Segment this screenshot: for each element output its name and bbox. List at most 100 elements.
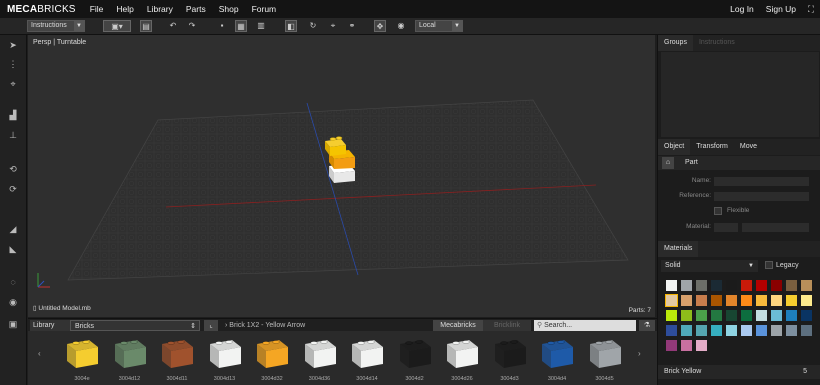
source-mecabricks[interactable]: Mecabricks — [433, 320, 483, 331]
material-field-b[interactable] — [742, 223, 809, 232]
tab-materials[interactable]: Materials — [658, 241, 699, 257]
color-swatch[interactable] — [786, 280, 797, 291]
stamp-icon[interactable]: ▟ — [6, 108, 20, 122]
color-swatch[interactable] — [666, 340, 677, 351]
name-field[interactable] — [714, 177, 809, 186]
part-thumbnail[interactable]: 3004d26 — [442, 334, 482, 382]
part-thumbnail[interactable]: 3004d36 — [300, 334, 340, 382]
logo[interactable]: MECABRICKS — [7, 4, 76, 15]
snap-icon[interactable]: ⌖ — [327, 20, 339, 32]
color-swatch[interactable] — [665, 294, 678, 307]
pivot-icon[interactable]: ◉ — [395, 20, 407, 32]
multi-select-icon[interactable]: ⋮ — [6, 57, 20, 71]
color-swatch[interactable] — [696, 325, 707, 336]
part-icon[interactable]: ⌞ — [204, 320, 218, 331]
color-swatch[interactable] — [771, 280, 782, 291]
hide-icon[interactable]: ◌ — [6, 275, 20, 289]
tab-instructions[interactable]: Instructions — [693, 35, 741, 51]
part-thumbnail[interactable]: 3004d32 — [252, 334, 292, 382]
color-swatch[interactable] — [666, 280, 677, 291]
legacy-toggle[interactable]: Legacy — [765, 261, 799, 269]
color-swatch[interactable] — [741, 310, 752, 321]
search-input[interactable]: ⚲ Search... — [534, 320, 636, 331]
chevron-right-icon[interactable]: › — [638, 349, 641, 358]
color-swatch[interactable] — [681, 340, 692, 351]
color-swatch[interactable] — [741, 325, 752, 336]
color-swatch[interactable] — [726, 295, 737, 306]
connect-icon[interactable]: ⚭ — [346, 20, 358, 32]
menu-forum[interactable]: Forum — [252, 4, 277, 14]
color-swatch[interactable] — [696, 310, 707, 321]
color-swatch[interactable] — [771, 310, 782, 321]
part-thumbnail[interactable]: 3004d14 — [347, 334, 387, 382]
frame-icon[interactable]: ▤ — [140, 20, 152, 32]
undo-icon[interactable]: ↶ — [167, 20, 179, 32]
color-swatch[interactable] — [756, 310, 767, 321]
color-swatch[interactable] — [711, 310, 722, 321]
color-swatch[interactable] — [666, 310, 677, 321]
paint-icon[interactable]: ◢ — [6, 222, 20, 236]
menu-parts[interactable]: Parts — [186, 4, 206, 14]
color-swatch[interactable] — [681, 280, 692, 291]
material-type-dropdown[interactable]: Solid ▼ — [661, 260, 758, 272]
space-dropdown[interactable]: Local ▼ — [415, 20, 463, 32]
color-swatch[interactable] — [741, 280, 752, 291]
redo-icon[interactable]: ↷ — [186, 20, 198, 32]
hinge-icon[interactable]: ⟲ — [6, 162, 20, 176]
brick-mode-icon[interactable]: ◧ — [285, 20, 297, 32]
material-field-a[interactable] — [714, 223, 738, 232]
tab-object[interactable]: Object — [658, 139, 691, 155]
move-icon[interactable]: ✥ — [374, 20, 386, 32]
filter-icon[interactable]: ⚗ — [639, 320, 655, 331]
home-icon[interactable]: ⌂ — [662, 157, 674, 169]
color-swatch[interactable] — [756, 325, 767, 336]
screenshot-icon[interactable]: ▣ — [6, 317, 20, 331]
mode-dropdown[interactable]: Instructions ▼ — [27, 20, 85, 32]
category-dropdown[interactable]: Bricks ⇕ — [70, 320, 200, 331]
color-swatch[interactable] — [726, 280, 737, 291]
flex-icon[interactable]: ⟳ — [6, 182, 20, 196]
eye-icon[interactable]: ◉ — [6, 295, 20, 309]
part-thumbnail[interactable]: 3004d5 — [585, 334, 625, 382]
color-swatch[interactable] — [726, 325, 737, 336]
fullscreen-icon[interactable]: ⛶ — [808, 4, 814, 15]
rotate-icon[interactable]: ↻ — [307, 20, 319, 32]
select-icon[interactable]: ➤ — [6, 38, 20, 52]
view-split-icon[interactable]: ▥ — [255, 20, 267, 32]
color-swatch[interactable] — [681, 295, 692, 306]
3d-viewport[interactable]: Persp | Turntable ▯ Untitled Model.mb Pa… — [28, 35, 655, 317]
color-swatch[interactable] — [786, 325, 797, 336]
color-swatch[interactable] — [711, 325, 722, 336]
color-swatch[interactable] — [801, 310, 812, 321]
color-swatch[interactable] — [801, 280, 812, 291]
menu-help[interactable]: Help — [116, 4, 133, 14]
color-swatch[interactable] — [801, 295, 812, 306]
view-label[interactable]: Persp | Turntable — [33, 39, 86, 46]
color-swatch[interactable] — [771, 295, 782, 306]
part-thumbnail[interactable]: 3004d12 — [110, 334, 150, 382]
legacy-checkbox[interactable] — [765, 261, 773, 269]
reference-field[interactable] — [714, 192, 809, 201]
menu-library[interactable]: Library — [147, 4, 173, 14]
color-swatch[interactable] — [696, 295, 707, 306]
tab-move[interactable]: Move — [734, 139, 763, 155]
color-swatch[interactable] — [771, 325, 782, 336]
color-swatch[interactable] — [741, 295, 752, 306]
color-swatch[interactable] — [756, 280, 767, 291]
color-swatch[interactable] — [711, 295, 722, 306]
color-swatch[interactable] — [726, 310, 737, 321]
menu-shop[interactable]: Shop — [219, 4, 239, 14]
color-swatch[interactable] — [696, 280, 707, 291]
color-swatch[interactable] — [711, 280, 722, 291]
color-swatch[interactable] — [666, 325, 677, 336]
camera-icon[interactable]: ▣▾ — [103, 20, 131, 32]
flexible-checkbox[interactable] — [714, 207, 722, 215]
part-thumbnail[interactable]: 3004e — [62, 334, 102, 382]
view-single-icon[interactable]: ▪ — [216, 20, 228, 32]
target-icon[interactable]: ⌖ — [6, 77, 20, 91]
measure-icon[interactable]: ◣ — [6, 242, 20, 256]
part-thumbnail[interactable]: 3004d2 — [395, 334, 435, 382]
color-swatch[interactable] — [786, 310, 797, 321]
part-thumbnail[interactable]: 3004d3 — [490, 334, 530, 382]
view-grid-icon[interactable]: ▦ — [235, 20, 247, 32]
